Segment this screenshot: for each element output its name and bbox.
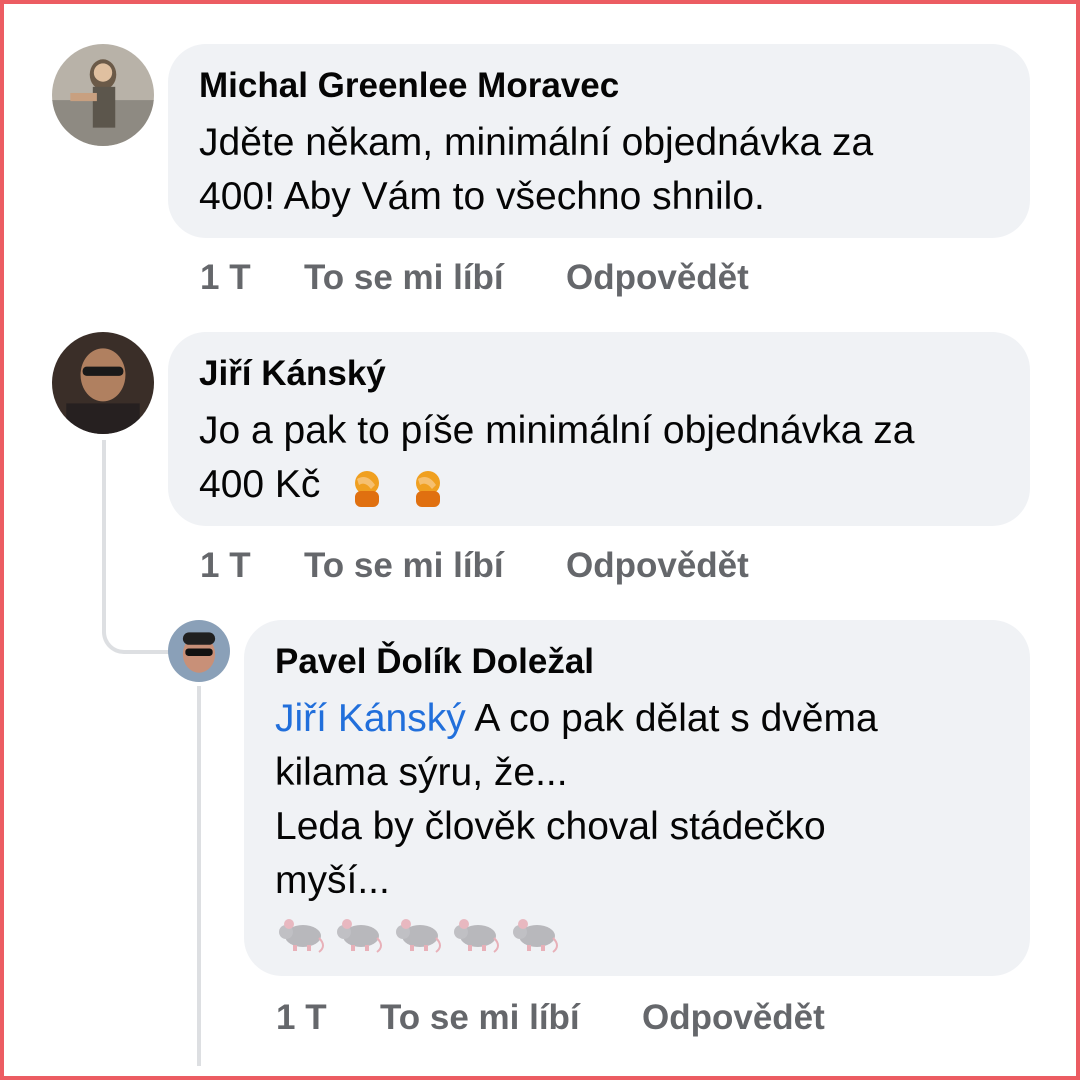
like-button[interactable]: To se mi líbí bbox=[304, 258, 504, 298]
thread-connector bbox=[102, 440, 172, 654]
avatar-pavel[interactable] bbox=[168, 620, 230, 682]
comment-text-line: myší... bbox=[275, 859, 390, 902]
like-button[interactable]: To se mi líbí bbox=[304, 546, 504, 586]
comment-text-line: 400 Kč bbox=[199, 458, 450, 512]
mouse-emoji-row bbox=[275, 912, 561, 956]
avatar-jiri[interactable] bbox=[52, 332, 154, 434]
facepalm-emoji-icon bbox=[345, 465, 389, 509]
comment-text-line: kilama sýru, že... bbox=[275, 751, 568, 794]
like-button[interactable]: To se mi líbí bbox=[380, 998, 580, 1038]
mouse-emoji-icon bbox=[509, 912, 561, 956]
avatar-photo-icon bbox=[168, 620, 230, 682]
comment-time[interactable]: 1 T bbox=[200, 258, 251, 298]
avatar-michal[interactable] bbox=[52, 44, 154, 146]
comment-author[interactable]: Jiří Kánský bbox=[199, 354, 386, 394]
comment-bubble: Pavel Ďolík Doležal Jiří Kánský A co pak… bbox=[244, 620, 1030, 976]
comment-text: A co pak dělat s dvěma bbox=[465, 697, 878, 740]
comment-time[interactable]: 1 T bbox=[200, 546, 251, 586]
reply-button[interactable]: Odpovědět bbox=[566, 546, 749, 586]
mouse-emoji-icon bbox=[450, 912, 502, 956]
comment-text-line: Jděte někam, minimální objednávka za bbox=[199, 121, 874, 164]
reply-thread-line bbox=[197, 686, 201, 1066]
avatar-photo-icon bbox=[52, 44, 154, 146]
comment-text-line: Leda by člověk choval stádečko bbox=[275, 805, 826, 848]
comment-text-line: Jiří Kánský A co pak dělat s dvěma bbox=[275, 692, 878, 746]
mention-link[interactable]: Jiří Kánský bbox=[275, 697, 466, 740]
reply-button[interactable]: Odpovědět bbox=[642, 998, 825, 1038]
mouse-emoji-icon bbox=[392, 912, 444, 956]
reply-button[interactable]: Odpovědět bbox=[566, 258, 749, 298]
avatar-photo-icon bbox=[52, 332, 154, 434]
comment-text-line: Jo a pak to píše minimální objednávka za bbox=[199, 409, 915, 452]
mouse-emoji-icon bbox=[275, 912, 327, 956]
facepalm-emoji-icon bbox=[406, 465, 450, 509]
comment-text: 400 Kč bbox=[199, 463, 321, 506]
comment-author[interactable]: Pavel Ďolík Doležal bbox=[275, 642, 594, 682]
comment-text-line: 400! Aby Vám to všechno shnilo. bbox=[199, 175, 765, 218]
comment-bubble: Michal Greenlee Moravec Jděte někam, min… bbox=[168, 44, 1030, 238]
comment-author[interactable]: Michal Greenlee Moravec bbox=[199, 66, 619, 106]
comment-time[interactable]: 1 T bbox=[276, 998, 327, 1038]
mouse-emoji-icon bbox=[333, 912, 385, 956]
comment-bubble: Jiří Kánský Jo a pak to píše minimální o… bbox=[168, 332, 1030, 526]
